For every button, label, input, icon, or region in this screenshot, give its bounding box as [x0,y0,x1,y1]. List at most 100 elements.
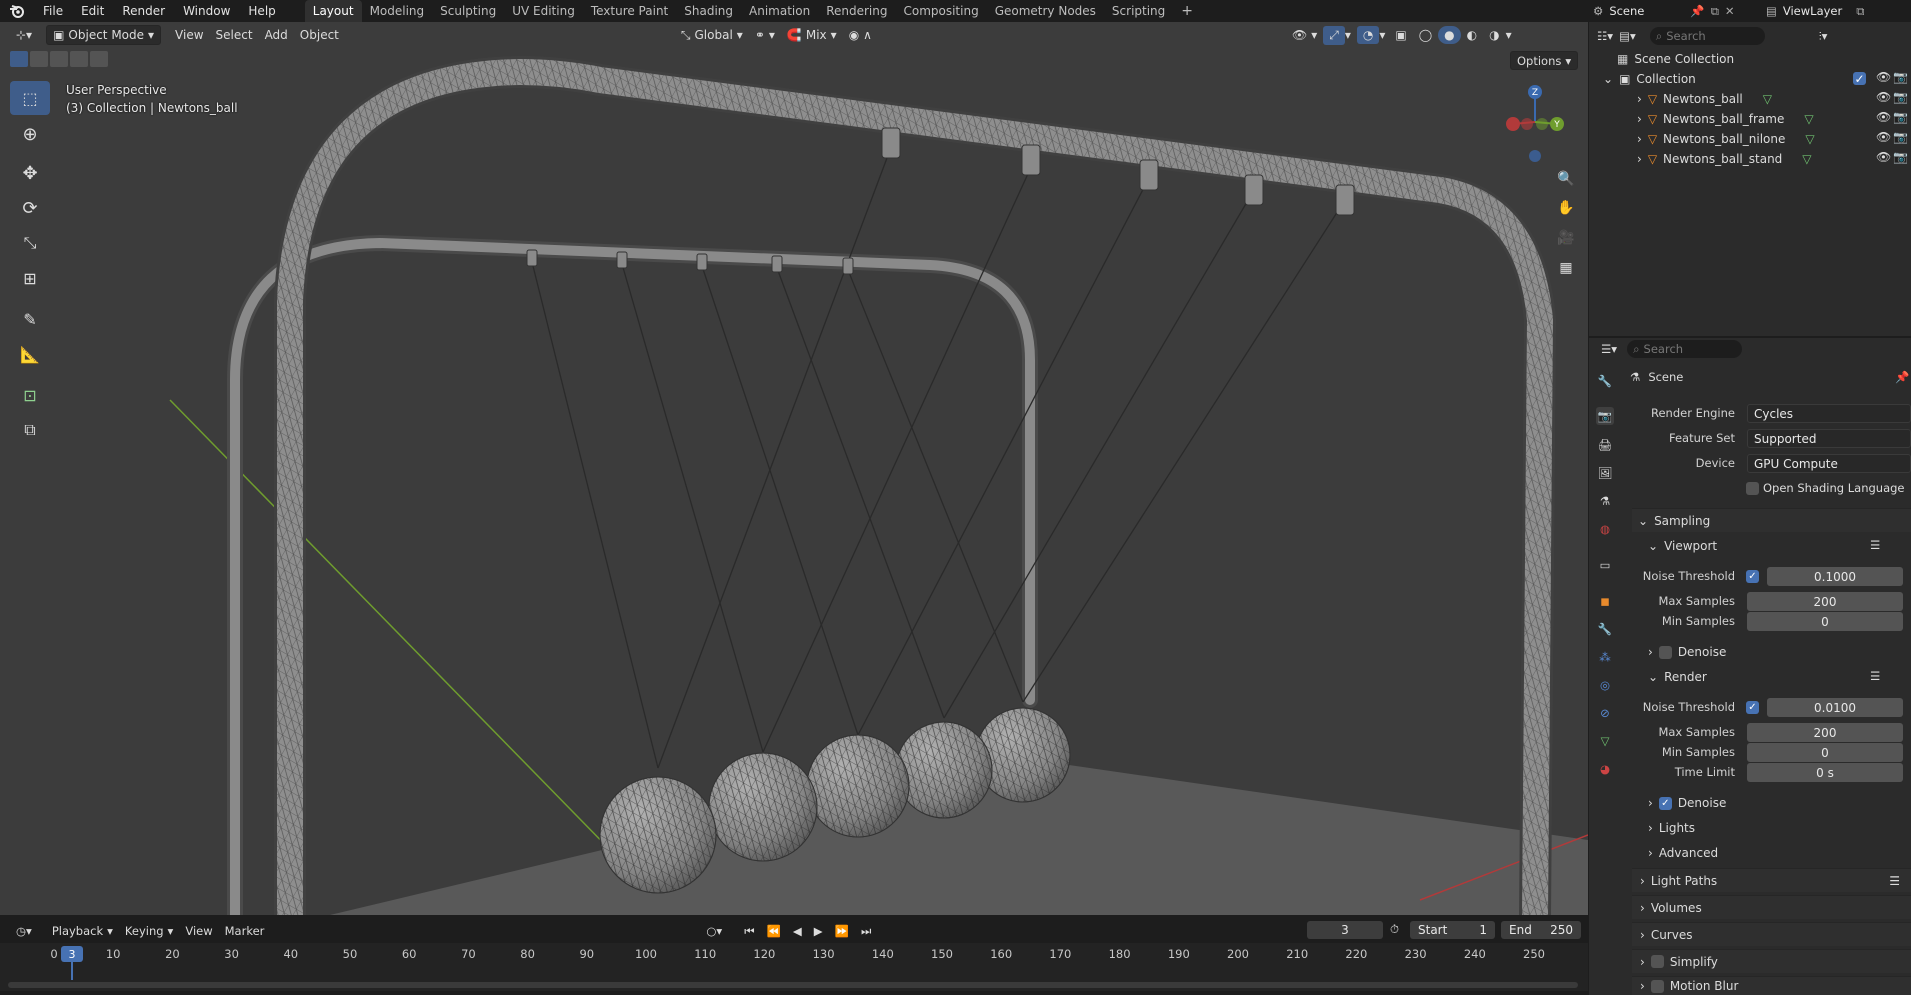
annotate-tool[interactable]: ✎ [10,302,50,336]
scene-tab-icon[interactable]: ⚗ [1596,492,1614,510]
lights-subpanel[interactable]: › Lights [1648,821,1695,835]
gizmo-toggle[interactable]: ⤢ [1323,25,1345,45]
constraints-tab-icon[interactable]: ⊘ [1596,704,1614,722]
mode-dropdown[interactable]: ▣ Object Mode ▾ [46,25,162,45]
expand-arrow-icon[interactable]: › [1637,92,1642,106]
simplify-panel[interactable]: › Simplify [1632,949,1911,973]
tab-sculpting[interactable]: Sculpting [432,0,504,22]
output-tab-icon[interactable]: 🖨 [1596,436,1614,454]
data-tab-icon[interactable]: ▽ [1596,732,1614,750]
add-workspace-icon[interactable]: + [1173,0,1201,22]
pivot-dropdown[interactable]: ⚭ ▾ [749,26,781,44]
outliner-search[interactable]: ⌕ Search [1649,27,1765,45]
r-max-samples-field[interactable]: 200 [1747,723,1903,742]
camera-view-icon[interactable]: 🎥 [1555,227,1577,249]
object-render-icon[interactable]: 📷 [1893,90,1908,104]
start-frame-field[interactable]: Start 1 [1410,921,1495,939]
object-render-icon[interactable]: 📷 [1893,150,1908,164]
scale-tool[interactable]: ⤡ [10,226,50,260]
sampling-panel-header[interactable]: ⌄ Sampling [1632,508,1911,532]
zoom-icon[interactable]: 🔍 [1555,168,1577,190]
osl-checkbox[interactable] [1746,482,1759,495]
jump-end-icon[interactable]: ⏭ [855,922,877,941]
object-eye-icon[interactable]: 👁 [1876,110,1891,124]
measure-tool[interactable]: 📐 [10,337,50,371]
world-tab-icon[interactable]: ◍ [1596,520,1614,538]
move-tool[interactable]: ✥ [10,156,50,190]
collection-include-checkbox[interactable]: ✓ [1853,72,1866,86]
menu-render[interactable]: Render [113,0,174,22]
shading-solid[interactable]: ● [1438,26,1461,44]
light-paths-presets-icon[interactable]: ☰ [1889,874,1900,888]
tab-scripting[interactable]: Scripting [1104,0,1173,22]
modifier-tab-icon[interactable]: 🔧 [1596,620,1614,638]
timeline-menu-keying[interactable]: Keying ▾ [119,922,179,940]
current-frame-field[interactable]: 3 [1307,921,1383,939]
3d-viewport[interactable] [0,22,1588,915]
vp-denoise-checkbox[interactable] [1658,645,1672,659]
viewport-menu-add[interactable]: Add [259,26,294,44]
outliner-object-row[interactable]: › ▽ Newtons_ball ▽ [1589,89,1911,109]
collection-eye-icon[interactable]: 👁 [1876,70,1891,84]
light-paths-panel[interactable]: › Light Paths ☰ [1632,868,1911,892]
view-layer-tab-icon[interactable]: 🖼 [1596,464,1614,482]
vp-noise-threshold-field[interactable]: 0.1000 [1767,567,1903,586]
playhead[interactable]: 3 [61,946,83,962]
feature-set-dropdown[interactable]: Supported [1747,429,1911,448]
vp-noise-threshold-checkbox[interactable]: ✓ [1746,570,1759,583]
cursor-tool[interactable]: ⊕ [10,117,50,151]
options-dropdown[interactable]: Options ▾ [1510,51,1579,70]
timeline-menu-view[interactable]: View [179,922,218,940]
end-frame-field[interactable]: End 250 [1501,921,1581,939]
expand-arrow-icon[interactable]: › [1637,112,1642,126]
expand-arrow-icon[interactable]: › [1637,152,1642,166]
object-render-icon[interactable]: 📷 [1893,130,1908,144]
tab-rendering[interactable]: Rendering [818,0,895,22]
advanced-subpanel[interactable]: › Advanced [1648,846,1718,860]
menu-file[interactable]: File [34,0,72,22]
timeline-scrollbar[interactable] [8,982,1578,988]
blender-logo-icon[interactable] [0,0,34,22]
timeline-menu-playback[interactable]: Playback ▾ [46,922,119,940]
viewport-menu-view[interactable]: View [169,26,209,44]
render-tab-icon[interactable]: 📷 [1596,407,1614,425]
shading-rendered[interactable]: ◑ [1483,26,1505,44]
object-tab-icon[interactable]: ◼ [1596,592,1614,610]
collection-tab-icon[interactable]: ▭ [1596,556,1614,574]
viewport-subpanel-header[interactable]: ⌄ Viewport [1648,539,1717,553]
scene-selector[interactable]: ⚙ Scene 📌 ⧉ ✕ [1589,0,1759,22]
delete-scene-icon[interactable]: ✕ [1725,4,1735,18]
select-intersect-icon[interactable] [90,51,108,67]
render-presets-icon[interactable]: ☰ [1870,669,1880,683]
object-render-icon[interactable]: 📷 [1893,110,1908,124]
outliner-object-row[interactable]: › ▽ Newtons_ball_nilone ▽ [1589,129,1911,149]
display-mode-icon[interactable]: ▤▾ [1619,29,1636,43]
particles-tab-icon[interactable]: ⁂ [1596,648,1614,666]
navigation-gizmo[interactable]: Z Y [1495,82,1575,162]
vp-max-samples-field[interactable]: 200 [1747,592,1903,611]
jump-keyframe-forward-icon[interactable]: ⏩ [829,922,855,940]
add-object-tool[interactable]: ⧉ [10,413,50,447]
play-reverse-icon[interactable]: ◀ [787,922,808,940]
tab-compositing[interactable]: Compositing [895,0,986,22]
select-extend-icon[interactable] [30,51,48,67]
motion-blur-panel[interactable]: › Motion Blur [1632,976,1911,995]
properties-search[interactable]: ⌕ Search [1627,340,1743,358]
visibility-dropdown[interactable]: 👁 ▾ [1286,26,1323,44]
r-denoise-subpanel[interactable]: › ✓ Denoise [1648,796,1726,810]
tab-shading[interactable]: Shading [676,0,741,22]
volumes-panel[interactable]: › Volumes [1632,895,1911,919]
select-invert-icon[interactable] [70,51,88,67]
auto-key-button[interactable]: ○▾ [700,922,728,940]
object-eye-icon[interactable]: 👁 [1876,150,1891,164]
select-box-tool[interactable]: ⬚ [10,81,50,115]
orientation-dropdown[interactable]: ⤡ Global ▾ [675,26,749,45]
collapse-arrow-icon[interactable]: ⌄ [1603,72,1613,86]
jump-keyframe-back-icon[interactable]: ⏪ [761,922,787,940]
ortho-grid-icon[interactable]: ▦ [1555,257,1577,279]
tool-tab-icon[interactable]: 🔧 [1596,372,1614,390]
menu-help[interactable]: Help [239,0,284,22]
outliner-object-row[interactable]: › ▽ Newtons_ball_stand ▽ [1589,149,1911,169]
object-eye-icon[interactable]: 👁 [1876,130,1891,144]
vp-min-samples-field[interactable]: 0 [1747,612,1903,631]
